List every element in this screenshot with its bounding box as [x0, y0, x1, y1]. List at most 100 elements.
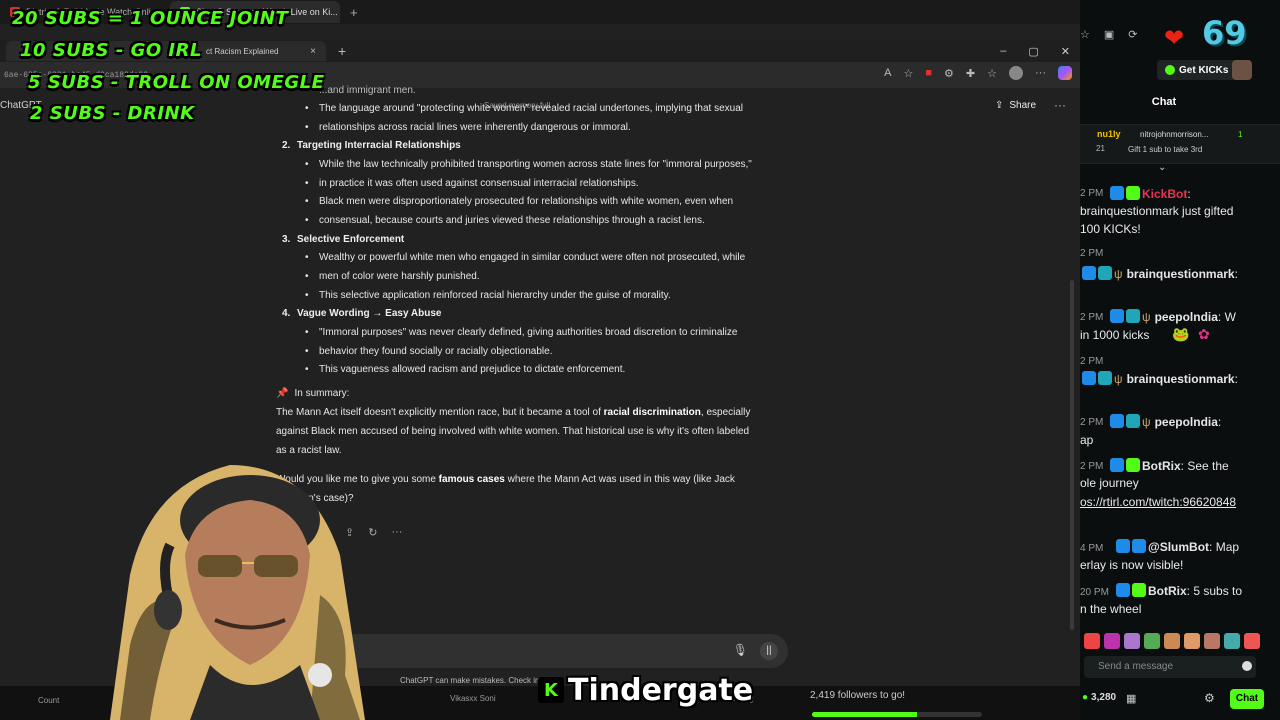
username[interactable]: KickBot [1142, 187, 1187, 201]
message-text: ap [1080, 433, 1094, 447]
emote-icon[interactable] [1244, 633, 1260, 649]
disclaimer-text: ChatGPT can make mistakes. Check im [400, 676, 542, 685]
list-item: The language around "protecting white wo… [305, 100, 789, 119]
message-text: : Map [1209, 540, 1240, 554]
emoji-icon[interactable] [1242, 661, 1252, 671]
heading-text: Vague Wording → Easy Abuse [297, 308, 442, 319]
trident-icon: ψ [1114, 372, 1123, 386]
gift-prompt: Gift 1 sub to take 3rd [1128, 145, 1203, 154]
emote-icon[interactable] [1084, 633, 1100, 649]
more-icon[interactable]: ··· [391, 526, 402, 539]
emote-icon[interactable] [1104, 633, 1120, 649]
chevron-down-icon[interactable]: ⌄ [1158, 162, 1166, 173]
chat-message: BotRix: See the [1110, 457, 1280, 475]
verified-icon [1132, 583, 1146, 597]
send-chat-button[interactable]: Chat [1230, 689, 1264, 709]
minimize-button[interactable]: – [1000, 45, 1006, 57]
leaderboard-count: 21 [1096, 144, 1105, 153]
sub-goal-text: 10 SUBS - GO IRL [20, 40, 202, 61]
refresh-icon[interactable]: ⟳ [1128, 28, 1137, 41]
badge-icon [1126, 414, 1140, 428]
gear-icon[interactable]: ⚙ [1204, 691, 1215, 705]
get-kicks-button[interactable]: Get KICKs [1157, 60, 1237, 80]
username[interactable]: BotRix [1142, 459, 1181, 473]
screen: District 9 Full Movie Watch Onli... Slum… [0, 0, 1280, 720]
menu-icon[interactable]: ··· [1035, 67, 1046, 79]
heading-text: Selective Enforcement [297, 234, 405, 245]
message-text: n the wheel [1080, 602, 1142, 616]
username[interactable]: @SlumBot [1148, 540, 1209, 554]
chat-message: ψ brainquestionmark: [1082, 265, 1280, 283]
microphone-icon[interactable]: 🎙 [733, 643, 748, 657]
kick-logo-icon: K [538, 677, 564, 703]
badge-icon [1110, 309, 1124, 323]
list-item: Black men were disproportionately prosec… [305, 193, 789, 212]
chat-message: ψ peepolndia: [1110, 413, 1280, 431]
extension-icon[interactable]: ⚙ [944, 67, 954, 80]
collections-icon[interactable]: ☆ [987, 67, 997, 80]
calendar-icon[interactable]: ▦ [1126, 692, 1136, 705]
star-icon[interactable]: ☆ [904, 67, 914, 80]
read-aloud-icon[interactable]: A [884, 67, 891, 79]
number: 3. [282, 234, 291, 245]
text: The Mann Act itself doesn't explicitly m… [276, 407, 604, 418]
voice-mode-icon[interactable]: || [760, 642, 778, 660]
inner-new-tab-button[interactable]: + [326, 43, 358, 59]
extension-icon[interactable]: ■ [925, 67, 932, 79]
window-controls: – ▢ ✕ [1000, 40, 1070, 62]
emote-icon[interactable] [1144, 633, 1160, 649]
list-item-cont: behavior they found socially or racially… [305, 343, 789, 362]
message-text: : 5 subs to [1186, 584, 1243, 598]
emote-icon[interactable] [1184, 633, 1200, 649]
sub-goal-text: 20 SUBS = 1 OUNCE JOINT [12, 8, 289, 29]
scrollbar[interactable] [1070, 280, 1074, 630]
message-time: 2 PM [1080, 417, 1104, 428]
followers-progress-fill [812, 712, 918, 717]
chat-message-input[interactable]: Send a message [1084, 656, 1256, 678]
message-time: 2 PM [1080, 188, 1104, 199]
text: in practice it was often used against co… [319, 178, 639, 189]
profile-icon[interactable] [1009, 66, 1023, 80]
close-tab-icon[interactable]: × [310, 46, 316, 57]
verified-icon [1126, 186, 1140, 200]
username[interactable]: brainquestionmark [1127, 372, 1235, 386]
list-item: Wealthy or powerful white men who engage… [305, 249, 789, 268]
username[interactable]: peepolndia [1155, 310, 1218, 324]
puzzle-icon[interactable]: ✚ [966, 67, 975, 80]
more-options-icon[interactable]: ··· [1054, 98, 1066, 112]
emote-icon[interactable] [1124, 633, 1140, 649]
maximize-button[interactable]: ▢ [1028, 45, 1038, 58]
username[interactable]: brainquestionmark [1127, 267, 1235, 281]
username[interactable]: peepolndia [1155, 415, 1218, 429]
leaderboard-user: nitrojohnmorrison... [1140, 130, 1209, 139]
message-link[interactable]: os://rtirl.com/twitch:96620848 [1080, 495, 1236, 509]
bold-text: racial discrimination [603, 407, 701, 418]
sub-goal-text: 2 SUBS - DRINK [30, 103, 195, 124]
message-text: : W [1217, 310, 1236, 324]
emote-icon[interactable] [1204, 633, 1220, 649]
badge-icon [1116, 583, 1130, 597]
message-text: ole journey [1080, 476, 1139, 490]
emote-icon[interactable] [1224, 633, 1240, 649]
bold-text: famous cases [438, 474, 505, 485]
numbered-heading: 2. Targeting Interracial Relationships [282, 137, 461, 156]
toolbar-icons: A ☆ ■ ⚙ ✚ ☆ ··· [884, 66, 1072, 80]
share-button[interactable]: ⇪ Share [995, 100, 1036, 111]
chat-message: ψ peepolndia: W [1110, 308, 1280, 326]
close-window-button[interactable]: ✕ [1061, 45, 1070, 58]
text: consensual, because courts and juries vi… [319, 215, 705, 226]
followers-goal: 2,419 followers to go! [810, 690, 906, 701]
extension-icon[interactable]: ▣ [1104, 28, 1114, 41]
taskbar-text: Vikasxx Soni [450, 694, 496, 703]
badge-icon [1098, 371, 1112, 385]
outer-new-tab-button[interactable]: + [340, 5, 368, 20]
trident-icon: ψ [1142, 310, 1151, 324]
avatar[interactable] [1232, 60, 1252, 80]
username[interactable]: BotRix [1148, 584, 1187, 598]
sub-goal-text: 5 SUBS - TROLL ON OMEGLE [28, 72, 325, 93]
bookmark-icon[interactable]: ☆ [1080, 28, 1090, 41]
emote-icon[interactable] [1164, 633, 1180, 649]
copilot-icon[interactable] [1058, 66, 1072, 80]
inner-tab-label: ct Racism Explained [206, 46, 279, 56]
list-item: While the law technically prohibited tra… [305, 156, 789, 175]
